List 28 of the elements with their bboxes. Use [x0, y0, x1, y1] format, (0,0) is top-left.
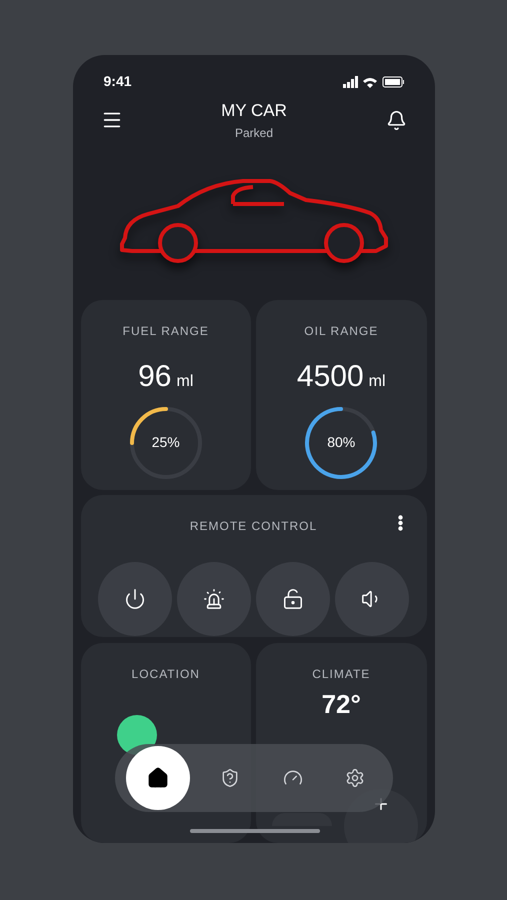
more-options-icon: [398, 514, 402, 531]
power-icon: [124, 588, 146, 610]
shield-icon: [220, 768, 240, 788]
gauge-value: 96: [138, 358, 172, 395]
wifi-icon: [362, 76, 376, 88]
settings-icon: [345, 768, 366, 788]
siren-icon: [203, 588, 225, 610]
home-icon: [146, 767, 169, 789]
car-status: Parked: [234, 124, 274, 142]
gauge-unit: ml: [176, 372, 194, 392]
gauge-unit: ml: [368, 372, 386, 392]
notifications-button[interactable]: [386, 110, 406, 131]
location-title: LOCATION: [132, 666, 200, 684]
remote-control-title: REMOTE CONTROL: [190, 518, 318, 535]
page-title: MY CAR: [221, 100, 287, 122]
nav-tab[interactable]: [126, 746, 190, 810]
climate-title: CLIMATE: [312, 666, 370, 684]
status-time: 9:41: [104, 72, 132, 92]
battery-icon: [382, 76, 404, 88]
signal-icon: [342, 76, 358, 88]
gauge-label: FUEL RANGE: [122, 322, 209, 340]
gauge-label: OIL RANGE: [304, 322, 378, 340]
temperature: 72°: [322, 691, 361, 718]
more-options-button[interactable]: [398, 514, 402, 531]
gauge-value: 4500: [296, 358, 364, 395]
unlocked-padlock-icon: [282, 588, 304, 610]
gauge-percent: 25%: [150, 433, 181, 452]
gauge-percent: 80%: [326, 433, 356, 452]
